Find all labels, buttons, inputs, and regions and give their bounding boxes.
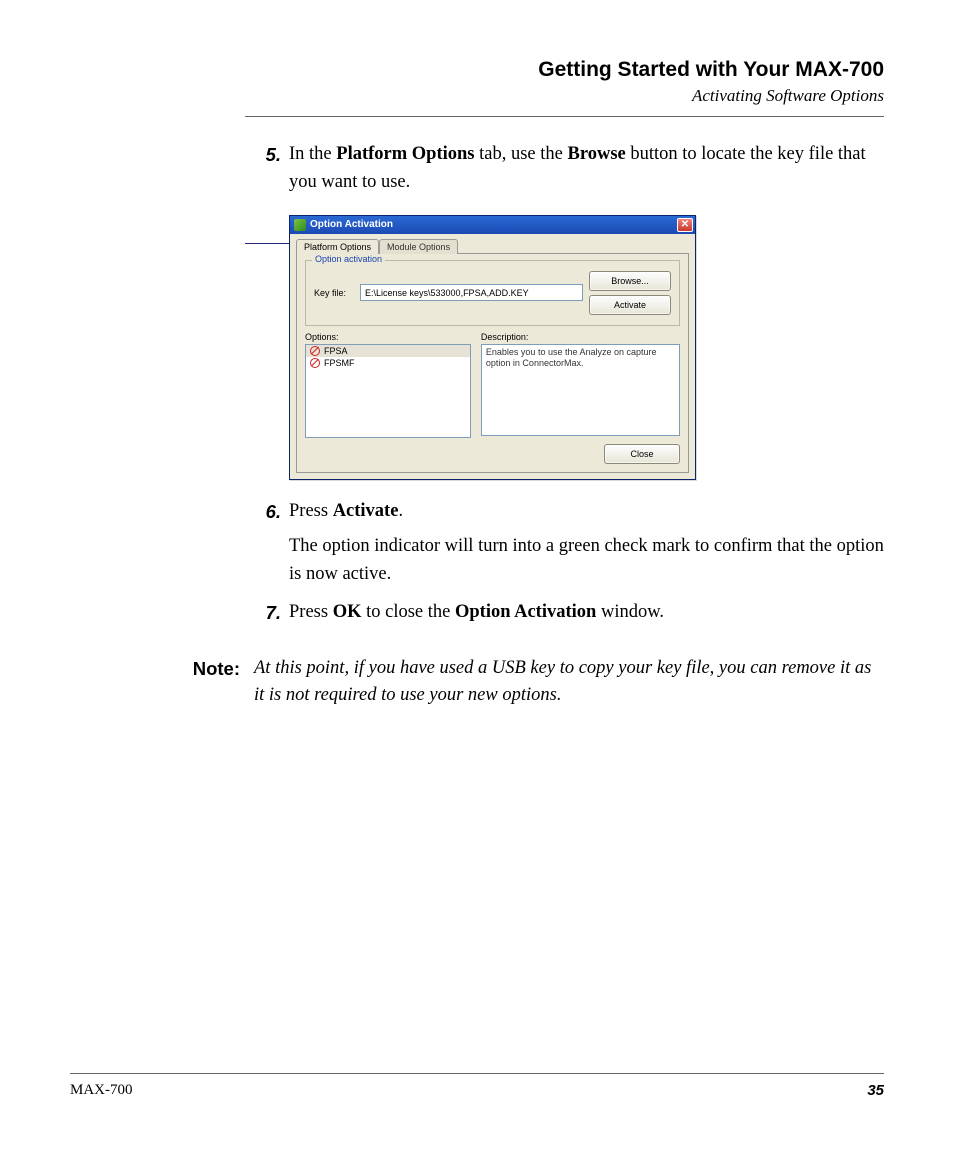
header-rule — [245, 116, 884, 117]
disabled-icon — [310, 346, 320, 356]
body-content: 5. In the Platform Options tab, use the … — [245, 141, 884, 627]
callout-line — [245, 243, 289, 244]
disabled-icon — [310, 358, 320, 368]
step-5: 5. In the Platform Options tab, use the … — [245, 141, 884, 197]
group-legend: Option activation — [312, 254, 385, 264]
step-7: 7. Press OK to close the Option Activati… — [245, 599, 884, 627]
browse-button[interactable]: Browse... — [589, 271, 671, 291]
tab-platform-options[interactable]: Platform Options — [296, 239, 379, 254]
dialog-titlebar: Option Activation ✕ — [290, 216, 695, 234]
dialog-title-text: Option Activation — [310, 219, 393, 230]
step-6: 6. Press Activate. — [245, 498, 884, 526]
page-footer: MAX-700 35 — [70, 1073, 884, 1099]
footer-product: MAX-700 — [70, 1082, 133, 1099]
list-item[interactable]: FPSMF — [306, 357, 470, 369]
step-text: Press Activate. — [289, 498, 884, 526]
chapter-title: Getting Started with Your MAX-700 — [245, 58, 884, 82]
step-number: 7. — [245, 599, 289, 627]
keyfile-label: Key file: — [314, 288, 354, 298]
description-label: Description: — [481, 332, 680, 342]
tab-module-options[interactable]: Module Options — [379, 239, 458, 254]
step-6-paragraph: The option indicator will turn into a gr… — [289, 533, 884, 589]
page-number: 35 — [867, 1082, 884, 1099]
groupbox-option-activation: Option activation Key file: E:\License k… — [305, 260, 680, 326]
step-text: In the Platform Options tab, use the Bro… — [289, 141, 884, 197]
section-subtitle: Activating Software Options — [245, 86, 884, 106]
tab-strip: Platform Options Module Options — [296, 238, 689, 253]
list-item[interactable]: FPSA — [306, 345, 470, 357]
footer-rule — [70, 1073, 884, 1074]
close-icon[interactable]: ✕ — [677, 218, 693, 232]
activate-button[interactable]: Activate — [589, 295, 671, 315]
step-number: 6. — [245, 498, 289, 526]
note-block: Note: At this point, if you have used a … — [70, 655, 884, 711]
note-text: At this point, if you have used a USB ke… — [254, 655, 884, 711]
step-number: 5. — [245, 141, 289, 169]
description-box: Enables you to use the Analyze on captur… — [481, 344, 680, 436]
keyfile-input[interactable]: E:\License keys\533000,FPSA,ADD.KEY — [360, 284, 583, 301]
note-label: Note: — [180, 655, 254, 683]
tab-panel: Option activation Key file: E:\License k… — [296, 253, 689, 473]
options-label: Options: — [305, 332, 471, 342]
close-button[interactable]: Close — [604, 444, 680, 464]
screenshot-option-activation: Option Activation ✕ Platform Options Mod… — [289, 215, 884, 480]
options-listbox[interactable]: FPSA FPSMF — [305, 344, 471, 438]
app-icon — [294, 219, 306, 231]
dialog-window: Option Activation ✕ Platform Options Mod… — [289, 215, 696, 480]
step-text: Press OK to close the Option Activation … — [289, 599, 884, 627]
